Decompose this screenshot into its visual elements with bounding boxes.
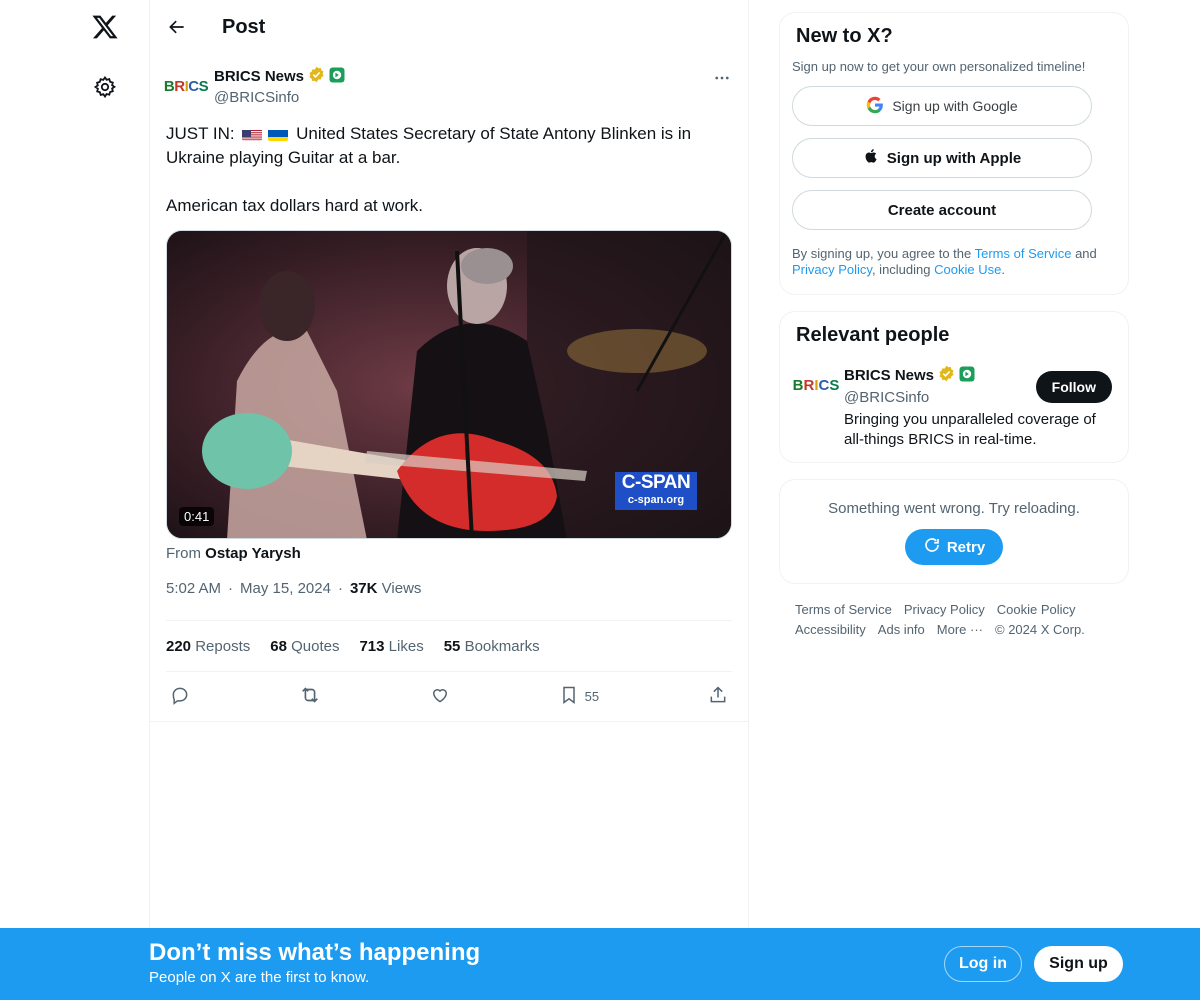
verified-badge-icon bbox=[308, 66, 325, 87]
refresh-icon bbox=[923, 536, 941, 558]
signup-card: New to X? Sign up now to get your own pe… bbox=[779, 12, 1129, 295]
repost-icon bbox=[299, 684, 321, 709]
post-text: JUST IN: United States Secretary of Stat… bbox=[166, 124, 692, 215]
left-nav bbox=[0, 0, 150, 1000]
right-sidebar: New to X? Sign up now to get your own pe… bbox=[779, 0, 1129, 640]
stat-likes[interactable]: 713 Likes bbox=[359, 638, 423, 655]
footer-links: Terms of Service Privacy Policy Cookie P… bbox=[779, 600, 1099, 640]
signup-legal-text: By signing up, you agree to the Terms of… bbox=[792, 246, 1097, 277]
stat-quotes[interactable]: 68 Quotes bbox=[270, 638, 339, 655]
privacy-link[interactable]: Privacy Policy bbox=[792, 262, 872, 277]
error-card: Something went wrong. Try reloading. Ret… bbox=[779, 479, 1129, 584]
share-button[interactable] bbox=[708, 685, 728, 708]
cspan-watermark: C-SPAN c-span.org bbox=[615, 472, 697, 510]
footer-copyright: © 2024 X Corp. bbox=[995, 622, 1085, 637]
bookmark-button[interactable]: 55 bbox=[559, 685, 599, 708]
share-icon bbox=[708, 685, 728, 708]
banner-title: Don’t miss what’s happening bbox=[149, 939, 481, 966]
source-name-link[interactable]: Ostap Yarysh bbox=[205, 545, 301, 562]
main-column: Post BRICS BRICS News @BRICSinfo JUST IN… bbox=[149, 0, 749, 1000]
signup-card-title: New to X? bbox=[796, 25, 893, 47]
video-source: From Ostap Yarysh bbox=[166, 545, 301, 562]
us-flag-icon bbox=[242, 127, 263, 141]
ukraine-flag-icon bbox=[268, 127, 289, 141]
footer-link-terms[interactable]: Terms of Service bbox=[795, 600, 892, 620]
post-time[interactable]: 5:02 AM bbox=[166, 580, 221, 597]
apple-icon bbox=[863, 147, 879, 169]
relevant-person[interactable]: BRICS BRICS News @BRICSinfo Bringing you… bbox=[793, 365, 1112, 450]
more-options-icon[interactable] bbox=[712, 68, 732, 88]
avatar[interactable]: BRICS bbox=[164, 66, 209, 106]
video-duration: 0:41 bbox=[179, 507, 215, 526]
terms-link[interactable]: Terms of Service bbox=[975, 246, 1072, 261]
error-message: Something went wrong. Try reloading. bbox=[828, 500, 1080, 517]
signup-card-subtitle: Sign up now to get your own personalized… bbox=[792, 59, 1086, 74]
bookmark-count: 55 bbox=[584, 689, 600, 704]
retry-button[interactable]: Retry bbox=[904, 529, 1004, 565]
verified-badge-icon bbox=[938, 365, 955, 386]
footer-link-cookie[interactable]: Cookie Policy bbox=[997, 600, 1076, 620]
post-date[interactable]: May 15, 2024 bbox=[240, 580, 331, 597]
footer-link-accessibility[interactable]: Accessibility bbox=[795, 620, 866, 640]
page-title: Post bbox=[222, 15, 266, 38]
avatar[interactable]: BRICS bbox=[793, 365, 840, 405]
post: BRICS BRICS News @BRICSinfo JUST IN: Uni… bbox=[150, 54, 748, 722]
cookie-use-link[interactable]: Cookie Use bbox=[934, 262, 1001, 277]
heart-icon bbox=[430, 685, 450, 708]
signup-banner: Don’t miss what’s happening People on X … bbox=[0, 928, 1200, 1000]
relevant-people-card: Relevant people BRICS BRICS News @BRICSi… bbox=[779, 311, 1129, 463]
top-bar: Post bbox=[150, 0, 748, 54]
post-meta: 5:02 AM · May 15, 2024 · 37K Views bbox=[166, 580, 422, 597]
google-icon bbox=[866, 96, 884, 117]
gear-icon[interactable] bbox=[88, 70, 122, 104]
create-account-button[interactable]: Create account bbox=[792, 190, 1092, 230]
footer-link-ads[interactable]: Ads info bbox=[878, 620, 925, 640]
action-bar: 55 bbox=[150, 672, 748, 722]
reply-button[interactable] bbox=[170, 685, 190, 708]
author-name[interactable]: BRICS News bbox=[214, 68, 304, 85]
affiliate-badge-icon bbox=[329, 67, 345, 87]
stat-bookmarks[interactable]: 55 Bookmarks bbox=[444, 638, 540, 655]
post-views: 37K Views bbox=[349, 580, 422, 597]
like-button[interactable] bbox=[430, 685, 450, 708]
reply-icon bbox=[170, 685, 190, 708]
repost-button[interactable] bbox=[299, 684, 321, 709]
affiliate-badge-icon bbox=[959, 366, 975, 386]
stat-reposts[interactable]: 220 Reposts bbox=[166, 638, 250, 655]
login-button[interactable]: Log in bbox=[944, 946, 1022, 982]
signup-google-button[interactable]: Sign up with Google bbox=[792, 86, 1092, 126]
post-author: BRICS BRICS News @BRICSinfo bbox=[164, 66, 732, 110]
video-player[interactable]: C-SPAN c-span.org 0:41 bbox=[166, 230, 732, 539]
engagement-stats: 220 Reposts 68 Quotes 713 Likes 55 Bookm… bbox=[166, 620, 732, 672]
relevant-people-title: Relevant people bbox=[796, 324, 950, 346]
banner-subtitle: People on X are the first to know. bbox=[149, 969, 370, 986]
signup-apple-button[interactable]: Sign up with Apple bbox=[792, 138, 1092, 178]
relevant-person-bio: Bringing you unparalleled coverage of al… bbox=[844, 411, 1096, 448]
relevant-person-name[interactable]: BRICS News bbox=[844, 367, 934, 384]
footer-link-privacy[interactable]: Privacy Policy bbox=[904, 600, 985, 620]
footer-link-more[interactable]: More ··· bbox=[937, 620, 983, 640]
bookmark-icon bbox=[559, 685, 579, 708]
follow-button[interactable]: Follow bbox=[1035, 371, 1112, 403]
signup-button[interactable]: Sign up bbox=[1034, 946, 1123, 982]
author-handle[interactable]: @BRICSinfo bbox=[214, 89, 345, 106]
x-logo-icon[interactable] bbox=[88, 10, 122, 44]
back-arrow-icon[interactable] bbox=[166, 16, 188, 38]
